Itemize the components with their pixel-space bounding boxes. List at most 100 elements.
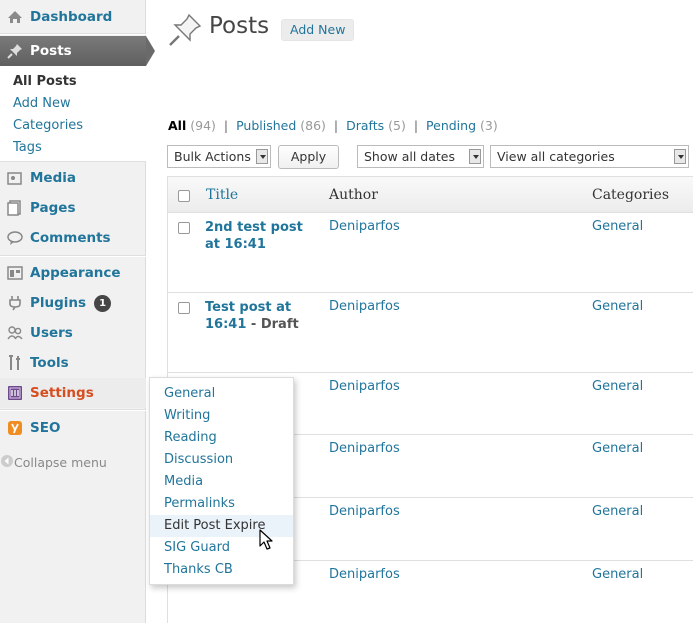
menu-appearance[interactable]: Appearance <box>0 258 146 288</box>
date-filter-select[interactable]: Show all dates <box>357 145 484 168</box>
post-state: - Draft <box>246 317 299 332</box>
add-new-button[interactable]: Add New <box>281 19 355 41</box>
users-icon <box>7 325 23 341</box>
row-checkbox[interactable] <box>178 302 190 314</box>
post-category[interactable]: General <box>592 567 643 582</box>
select-value: View all categories <box>497 149 615 164</box>
submenu-categories[interactable]: Categories <box>13 118 83 133</box>
menu-label: Users <box>30 325 73 341</box>
page-title: Posts <box>209 13 270 39</box>
post-category[interactable]: General <box>592 299 643 314</box>
filter-separator: | <box>333 118 339 133</box>
collapse-label: Collapse menu <box>14 454 107 470</box>
flyout-reading[interactable]: Reading <box>150 427 293 449</box>
filter-pending-count: (3) <box>480 118 498 133</box>
filter-drafts[interactable]: Drafts <box>346 118 384 133</box>
divider <box>0 255 146 257</box>
post-category[interactable]: General <box>592 504 643 519</box>
post-author[interactable]: Deniparfos <box>329 379 400 394</box>
flyout-general[interactable]: General <box>150 383 293 405</box>
menu-label: Pages <box>30 200 76 216</box>
post-title[interactable]: Test post at 16:41 - Draft <box>205 299 315 333</box>
select-value: Show all dates <box>364 149 455 164</box>
submenu-add-new[interactable]: Add New <box>13 96 71 111</box>
dashboard-icon <box>7 9 23 25</box>
pages-icon <box>7 200 23 216</box>
seo-icon <box>7 420 23 436</box>
post-author[interactable]: Deniparfos <box>329 567 400 582</box>
post-title[interactable]: 2nd test post at 16:41 <box>205 219 315 253</box>
divider <box>0 33 146 35</box>
apply-button[interactable]: Apply <box>278 145 339 169</box>
row-checkbox[interactable] <box>178 222 190 234</box>
media-icon <box>7 170 23 186</box>
filter-separator: | <box>413 118 419 133</box>
flyout-media[interactable]: Media <box>150 471 293 493</box>
table-row: Test post at 16:41 - Draft Deniparfos Ge… <box>168 293 693 373</box>
filter-all-count: (94) <box>190 118 216 133</box>
select-all-checkbox[interactable] <box>178 190 190 202</box>
chevron-down-icon <box>674 149 686 164</box>
menu-settings[interactable]: Settings <box>0 378 146 408</box>
mouse-cursor-icon <box>259 529 275 551</box>
menu-dashboard[interactable]: Dashboard <box>0 2 146 32</box>
menu-label: Plugins <box>30 295 87 311</box>
filter-published-count: (86) <box>300 118 326 133</box>
flyout-discussion[interactable]: Discussion <box>150 449 293 471</box>
submenu-all-posts[interactable]: All Posts <box>13 74 77 89</box>
post-category[interactable]: General <box>592 379 643 394</box>
comments-icon <box>7 230 23 246</box>
menu-label: Appearance <box>30 265 121 281</box>
flyout-thanks-cb[interactable]: Thanks CB <box>150 559 293 581</box>
menu-label: Settings <box>30 385 94 401</box>
menu-label: Comments <box>30 230 111 246</box>
appearance-icon <box>7 265 23 281</box>
admin-sidebar: Dashboard Posts All Posts Add New Catego… <box>0 0 155 623</box>
post-author[interactable]: Deniparfos <box>329 504 400 519</box>
menu-comments[interactable]: Comments <box>0 223 146 253</box>
menu-pages[interactable]: Pages <box>0 193 146 223</box>
post-title-text: 2nd test post at 16:41 <box>205 220 303 252</box>
submenu-tags[interactable]: Tags <box>13 140 42 155</box>
chevron-down-icon <box>256 149 268 164</box>
menu-label: Dashboard <box>30 9 113 25</box>
filter-pending[interactable]: Pending <box>426 118 476 133</box>
menu-label: Tools <box>30 355 69 371</box>
pushpin-icon <box>167 12 203 48</box>
collapse-menu-button[interactable]: Collapse menu <box>0 450 146 474</box>
menu-label: Posts <box>30 43 72 59</box>
filter-published[interactable]: Published <box>236 118 296 133</box>
menu-label: SEO <box>30 420 61 436</box>
post-author[interactable]: Deniparfos <box>329 441 400 456</box>
settings-icon <box>7 385 23 401</box>
menu-posts[interactable]: Posts <box>0 36 146 66</box>
menu-seo[interactable]: SEO <box>0 413 146 443</box>
table-row: 2nd test post at 16:41 Deniparfos Genera… <box>168 213 693 293</box>
filter-all[interactable]: All <box>168 118 186 133</box>
collapse-icon <box>0 454 14 471</box>
post-category[interactable]: General <box>592 219 643 234</box>
settings-flyout-menu: General Writing Reading Discussion Media… <box>149 377 294 585</box>
tools-icon <box>7 355 23 371</box>
pushpin-icon <box>7 43 23 59</box>
post-author[interactable]: Deniparfos <box>329 219 400 234</box>
post-author[interactable]: Deniparfos <box>329 299 400 314</box>
column-title[interactable]: Title <box>206 187 238 203</box>
filter-separator: | <box>223 118 229 133</box>
category-filter-select[interactable]: View all categories <box>490 145 689 168</box>
chevron-down-icon <box>469 149 481 164</box>
plugins-update-badge: 1 <box>94 294 112 312</box>
menu-users[interactable]: Users <box>0 318 146 348</box>
select-value: Bulk Actions <box>174 149 251 164</box>
menu-media[interactable]: Media <box>0 163 146 193</box>
table-header: Title Author Categories <box>168 176 693 213</box>
bulk-actions-select[interactable]: Bulk Actions <box>167 145 271 168</box>
filter-drafts-count: (5) <box>388 118 406 133</box>
posts-submenu: All Posts Add New Categories Tags <box>0 66 146 162</box>
flyout-permalinks[interactable]: Permalinks <box>150 493 293 515</box>
flyout-writing[interactable]: Writing <box>150 405 293 427</box>
divider <box>0 409 146 411</box>
menu-tools[interactable]: Tools <box>0 348 146 378</box>
post-category[interactable]: General <box>592 441 643 456</box>
menu-plugins[interactable]: Plugins 1 <box>0 288 146 318</box>
